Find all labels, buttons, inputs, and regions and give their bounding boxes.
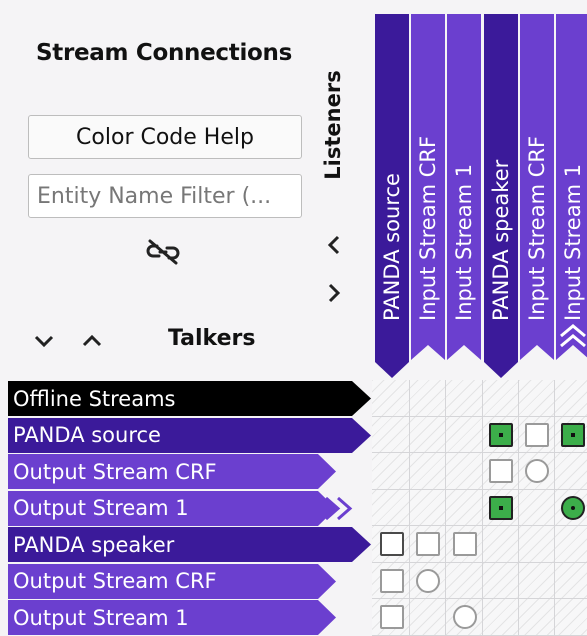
talker-row-label: Offline Streams: [13, 386, 176, 411]
talker-row-label: Output Stream 1: [13, 496, 189, 520]
grid-line: [372, 452, 587, 453]
chevron-right-icon[interactable]: [322, 280, 346, 306]
talker-row-label: Output Stream 1: [13, 605, 189, 630]
connection-matrix: [372, 380, 587, 636]
listener-header[interactable]: Input Stream CRF: [519, 0, 555, 380]
listener-header[interactable]: Input Stream 1: [446, 0, 482, 380]
listener-header-label: Input Stream CRF: [524, 135, 549, 321]
talker-row[interactable]: Output Stream CRF: [0, 453, 372, 490]
listener-header[interactable]: Input Stream 1: [555, 0, 587, 380]
grid-line: [409, 380, 411, 635]
connection-square[interactable]: [524, 422, 549, 447]
listener-header-label: PANDA source: [380, 173, 404, 321]
listeners-label: Listeners: [321, 70, 345, 180]
connection-circle[interactable]: [416, 568, 441, 593]
control-panel: Stream Connections Color Code Help Entit…: [0, 0, 372, 380]
connection-square[interactable]: [380, 568, 405, 593]
talker-row[interactable]: PANDA source: [0, 417, 372, 454]
talker-row[interactable]: Output Stream 1: [0, 490, 372, 527]
talker-row[interactable]: Offline Streams: [0, 380, 372, 417]
talker-row-label: Output Stream CRF: [13, 569, 217, 593]
connection-square[interactable]: [488, 422, 513, 447]
talker-row[interactable]: Output Stream 1: [0, 599, 372, 636]
color-code-help-button[interactable]: Color Code Help: [28, 115, 302, 159]
chevron-down-icon[interactable]: [30, 328, 58, 354]
grid-line: [372, 598, 587, 599]
grid-line: [554, 380, 555, 635]
grid-line: [445, 380, 447, 635]
talker-row-label: PANDA source: [13, 423, 161, 447]
panel-title: Stream Connections: [36, 40, 293, 66]
unlink-icon[interactable]: [140, 232, 186, 272]
connection-circle[interactable]: [561, 495, 586, 520]
grid-line: [372, 415, 587, 417]
connection-square[interactable]: [380, 532, 405, 557]
listener-header-label: PANDA speaker: [488, 159, 513, 321]
grid-line: [481, 380, 483, 635]
grid-line: [372, 525, 587, 526]
listener-header-label: Input Stream 1: [561, 163, 585, 321]
connection-square[interactable]: [488, 495, 513, 520]
listener-header-label: Input Stream CRF: [416, 135, 441, 321]
listener-header[interactable]: Input Stream CRF: [410, 0, 446, 380]
connection-square[interactable]: [488, 459, 513, 484]
listener-header[interactable]: PANDA source: [374, 0, 410, 380]
connection-circle[interactable]: [524, 459, 549, 484]
grid-line: [517, 380, 519, 635]
connection-square[interactable]: [561, 422, 586, 447]
talkers-label: Talkers: [168, 326, 256, 351]
talker-row[interactable]: PANDA speaker: [0, 526, 372, 563]
grid-line: [372, 561, 587, 563]
connection-square[interactable]: [416, 532, 441, 557]
connection-square[interactable]: [452, 532, 477, 557]
grid-line: [372, 488, 587, 490]
talker-row[interactable]: Output Stream CRF: [0, 563, 372, 600]
connection-square[interactable]: [380, 605, 405, 630]
entity-name-filter-input[interactable]: Entity Name Filter (...: [28, 174, 302, 218]
chevron-left-icon[interactable]: [322, 232, 346, 258]
talker-row-label: PANDA speaker: [13, 532, 175, 557]
listener-header[interactable]: PANDA speaker: [483, 0, 519, 380]
chevron-up-icon[interactable]: [78, 328, 106, 354]
listener-header-label: Input Stream 1: [452, 163, 477, 321]
talker-row-label: Output Stream CRF: [13, 459, 217, 484]
connection-circle[interactable]: [452, 605, 477, 630]
